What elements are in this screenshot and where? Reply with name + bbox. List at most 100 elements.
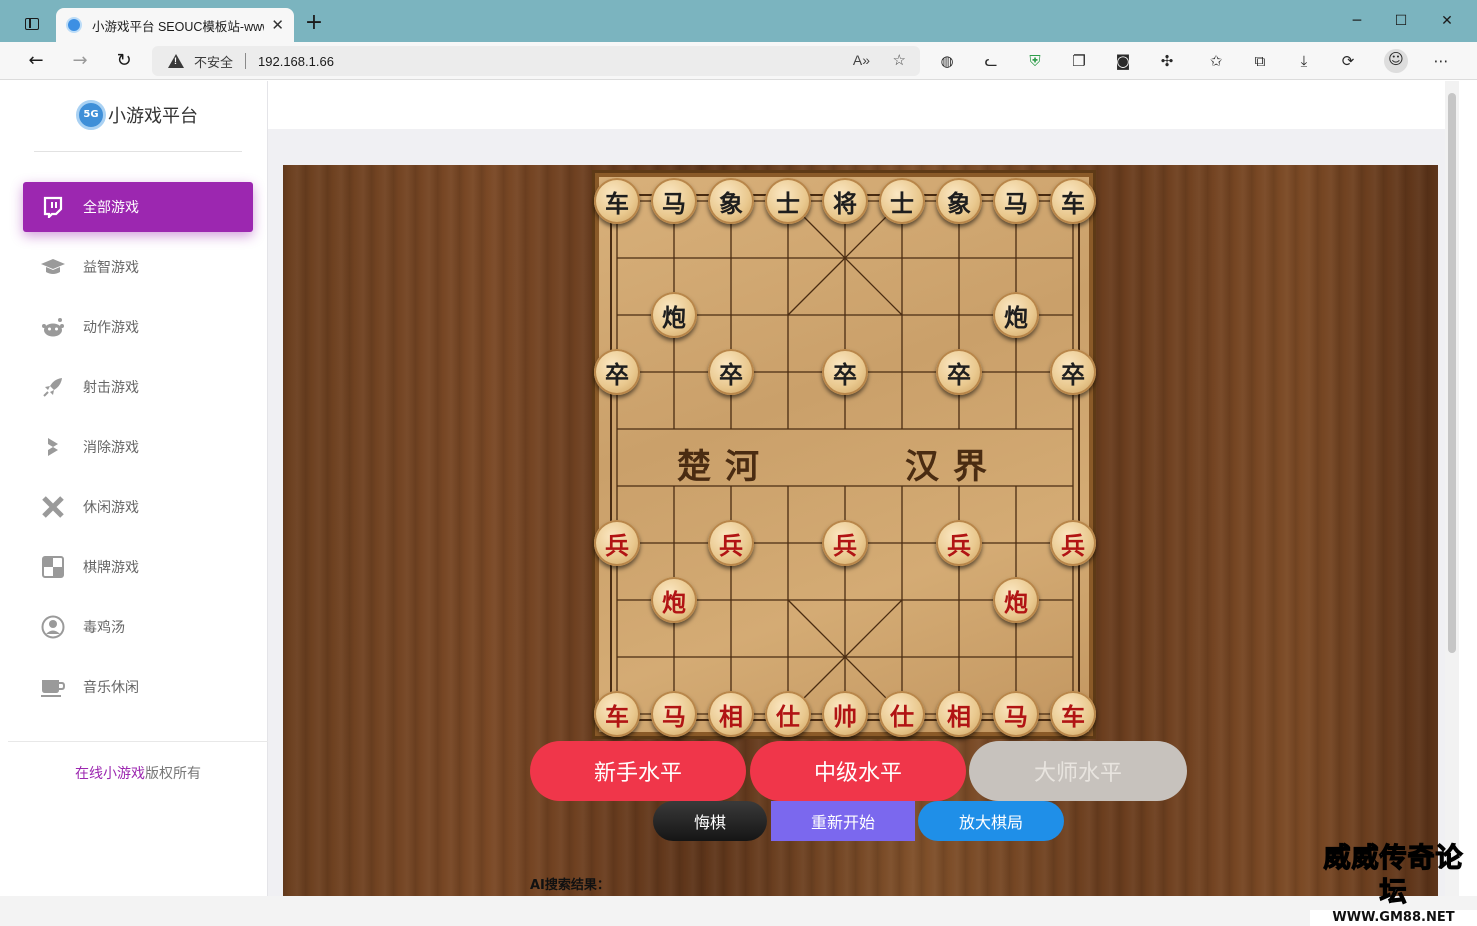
black-piece[interactable]: 象 [708,178,754,224]
browser-window: 小游戏平台 SEOUC模板站-www.s ✕ + ─ ☐ ✕ ← → ↻ 不安全… [0,0,1477,926]
downloads-icon[interactable]: ⤓ [1293,51,1315,71]
black-piece[interactable]: 卒 [594,349,640,395]
add-favorite-icon[interactable]: ☆ [893,51,906,69]
tab-actions-icon [25,18,39,30]
black-piece[interactable]: 炮 [993,292,1039,338]
black-piece[interactable]: 士 [879,178,925,224]
river-label-right: 汉界 [905,447,1001,487]
sidebar-item-casual-games[interactable]: 休闲游戏 [23,482,253,532]
board-grid [610,194,1080,721]
red-piece[interactable]: 兵 [936,520,982,566]
collections-icon[interactable]: ⧉ [1249,51,1271,71]
user-circle-icon [39,615,67,639]
site-logo[interactable]: 5G 小游戏平台 [76,99,198,131]
sidebar-item-action-games[interactable]: 动作游戏 [23,302,253,352]
novice-level-button[interactable]: 新手水平 [530,741,746,801]
black-piece[interactable]: 象 [936,178,982,224]
sidebar-item-label: 音乐休闲 [83,680,139,696]
chess-game-area: 楚河 汉界 车马象士将士象马车炮炮卒卒卒卒卒兵兵兵兵兵炮炮车马相仕帅仕相马车 新… [283,165,1438,896]
logo-cloud-icon: 5G [76,100,106,130]
extensions-puzzle-icon[interactable]: ✣ [1156,51,1178,71]
red-piece[interactable]: 仕 [765,691,811,737]
forward-button[interactable]: → [67,49,93,73]
zoom-board-button[interactable]: 放大棋局 [918,801,1064,841]
black-piece[interactable]: 车 [1050,178,1096,224]
new-tab-button[interactable]: + [302,12,326,36]
sidebar-item-music[interactable]: 音乐休闲 [23,662,253,712]
black-piece[interactable]: 车 [594,178,640,224]
red-piece[interactable]: 相 [936,691,982,737]
favorites-icon[interactable]: ✩ [1205,51,1227,71]
undo-button[interactable]: 悔棋 [653,801,767,841]
extension-shield-icon[interactable]: ⛨ [1024,51,1046,71]
master-level-button[interactable]: 大师水平 [969,741,1187,801]
copyright-text: 在线小游戏版权所有 [8,763,268,783]
sidebar-item-board-games[interactable]: 棋牌游戏 [23,542,253,592]
red-piece[interactable]: 炮 [651,577,697,623]
extension-copy-icon[interactable]: ❐ [1068,51,1090,71]
sidebar-item-puzzle-games[interactable]: 益智游戏 [23,242,253,292]
red-piece[interactable]: 兵 [594,520,640,566]
chess-board[interactable]: 楚河 汉界 [595,173,1093,736]
black-piece[interactable]: 士 [765,178,811,224]
restart-button[interactable]: 重新开始 [771,801,915,841]
black-piece[interactable]: 马 [651,178,697,224]
sidebar-item-label: 动作游戏 [83,320,139,336]
black-piece[interactable]: 马 [993,178,1039,224]
tab-close-icon[interactable]: ✕ [271,16,284,34]
rebel-icon [39,495,67,519]
red-piece[interactable]: 兵 [822,520,868,566]
extension-globe-icon[interactable]: ◍ [936,51,958,71]
ai-search-result-label: AI搜索结果： [530,878,610,893]
sidebar-item-shooting-games[interactable]: 射击游戏 [23,362,253,412]
red-piece[interactable]: 车 [1050,691,1096,737]
tab-actions-menu-button[interactable] [18,12,46,36]
red-piece[interactable]: 兵 [1050,520,1096,566]
sidebar-item-chicken-soup[interactable]: 毒鸡汤 [23,602,253,652]
refresh-button[interactable]: ↻ [111,49,137,73]
browser-essentials-icon[interactable]: ⟳ [1337,51,1359,71]
watermark-title: 威威传奇论坛 [1323,842,1464,908]
settings-more-icon[interactable]: ⋯ [1430,51,1452,71]
maximize-button[interactable]: ☐ [1378,10,1424,32]
red-piece[interactable]: 帅 [822,691,868,737]
address-bar[interactable]: 不安全 192.168.1.66 A» ☆ [152,46,920,76]
profile-avatar[interactable]: ☺ [1384,49,1408,73]
copyright-link[interactable]: 在线小游戏 [75,766,145,782]
red-piece[interactable]: 马 [651,691,697,737]
scrollbar-thumb[interactable] [1448,93,1456,653]
url-text[interactable]: 192.168.1.66 [258,54,334,69]
reddit-icon [39,315,67,339]
minimize-button[interactable]: ─ [1334,10,1380,32]
black-piece[interactable]: 卒 [708,349,754,395]
black-piece[interactable]: 炮 [651,292,697,338]
graduation-cap-icon [39,255,67,279]
page-scrollbar[interactable] [1445,81,1459,896]
sidebar-item-all-games[interactable]: 全部游戏 [23,182,253,232]
site-favicon-icon [66,17,82,33]
browser-tab[interactable]: 小游戏平台 SEOUC模板站-www.s ✕ [56,8,294,42]
extension-cat-icon[interactable]: ᓚ [980,51,1002,71]
red-piece[interactable]: 马 [993,691,1039,737]
black-piece[interactable]: 将 [822,178,868,224]
red-piece[interactable]: 炮 [993,577,1039,623]
back-button[interactable]: ← [23,49,49,73]
tab-strip: 小游戏平台 SEOUC模板站-www.s ✕ + ─ ☐ ✕ [0,0,1477,42]
sidebar-item-match-games[interactable]: 消除游戏 [23,422,253,472]
extension-glasses-icon[interactable]: ◙ [1112,51,1134,71]
sidebar-footer-divider [8,741,268,742]
black-piece[interactable]: 卒 [822,349,868,395]
red-piece[interactable]: 相 [708,691,754,737]
sidebar-item-label: 毒鸡汤 [83,620,125,636]
read-aloud-icon[interactable]: A» [853,52,870,68]
sidebar-item-label: 益智游戏 [83,260,139,276]
black-piece[interactable]: 卒 [936,349,982,395]
sidebar-item-label: 消除游戏 [83,440,139,456]
red-piece[interactable]: 仕 [879,691,925,737]
security-label[interactable]: 不安全 [194,52,233,71]
black-piece[interactable]: 卒 [1050,349,1096,395]
red-piece[interactable]: 兵 [708,520,754,566]
close-window-button[interactable]: ✕ [1424,10,1470,32]
red-piece[interactable]: 车 [594,691,640,737]
intermediate-level-button[interactable]: 中级水平 [750,741,966,801]
